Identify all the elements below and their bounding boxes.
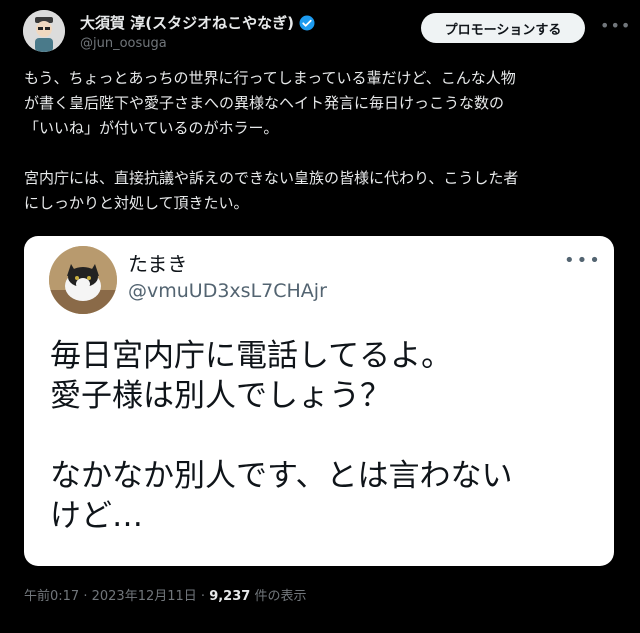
author-name[interactable]: 大須賀 淳(スタジオねこやなぎ) bbox=[80, 12, 294, 33]
quoted-author-name[interactable]: たまき bbox=[128, 248, 187, 277]
meta-separator-2: · bbox=[196, 589, 210, 604]
author-handle[interactable]: @jun_oosuga bbox=[80, 36, 167, 51]
promote-button[interactable]: プロモーションする bbox=[421, 13, 585, 43]
view-label: 件の表示 bbox=[250, 589, 307, 604]
author-avatar[interactable] bbox=[23, 10, 65, 52]
tweet-meta: 午前0:17 · 2023年12月11日 · 9,237 件の表示 bbox=[24, 585, 306, 604]
tweet-time[interactable]: 午前0:17 bbox=[24, 589, 79, 604]
author-name-row: 大須賀 淳(スタジオねこやなぎ) bbox=[80, 12, 316, 33]
more-icon[interactable]: ••• bbox=[600, 16, 631, 35]
quoted-more-icon[interactable]: ••• bbox=[564, 250, 602, 271]
meta-separator: · bbox=[79, 589, 92, 604]
quoted-author-handle[interactable]: @vmuUD3xsL7CHAjr bbox=[128, 280, 327, 302]
view-count: 9,237 bbox=[209, 589, 251, 604]
tweet-date[interactable]: 2023年12月11日 bbox=[92, 589, 197, 604]
verified-badge-icon bbox=[299, 15, 315, 30]
quoted-tweet-card[interactable]: たまき @vmuUD3xsL7CHAjr ••• 毎日宮内庁に電話してるよ。 愛… bbox=[24, 236, 614, 566]
tweet-text: もう、ちょっとあっちの世界に行ってしまっている輩だけど、こんな人物 が書く皇后陛… bbox=[24, 69, 519, 212]
quoted-tweet-text: 毎日宮内庁に電話してるよ。 愛子様は別人でしょう？ なかなか別人です、とは言わな… bbox=[50, 338, 513, 534]
quoted-author-avatar[interactable] bbox=[49, 246, 117, 314]
